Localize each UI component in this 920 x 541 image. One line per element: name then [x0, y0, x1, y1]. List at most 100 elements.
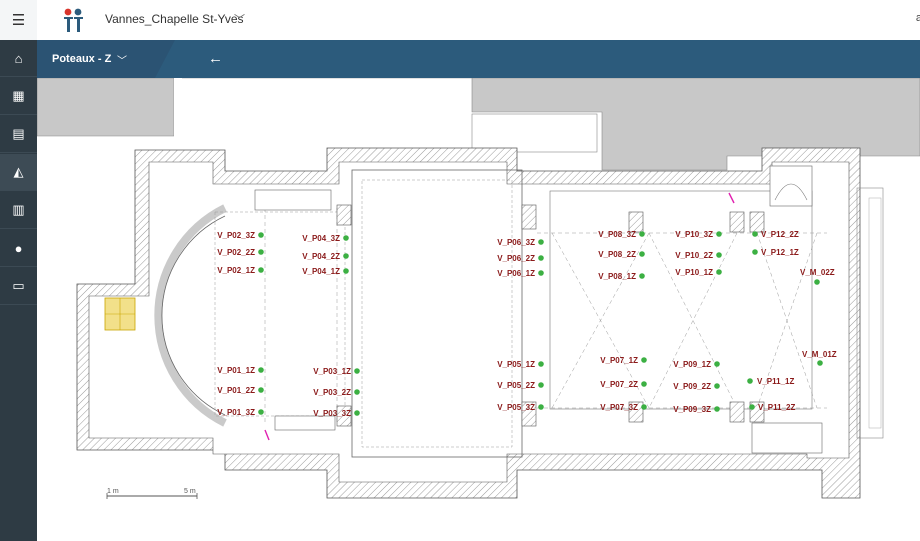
sensor-label[interactable]: V_P08_3Z — [598, 230, 636, 239]
sensor-dot[interactable] — [258, 387, 264, 393]
nav-documents[interactable]: ▭ — [0, 268, 37, 305]
sensor-dot[interactable] — [538, 382, 544, 388]
sensor-label[interactable]: V_P02_1Z — [217, 266, 255, 275]
sensor-label[interactable]: V_P07_1Z — [600, 356, 638, 365]
sensor-label[interactable]: V_P04_1Z — [302, 267, 340, 276]
sensor-dot[interactable] — [639, 273, 645, 279]
sensor-dot[interactable] — [641, 381, 647, 387]
sensor-dot[interactable] — [752, 249, 758, 255]
map-icon: ▤ — [12, 126, 25, 141]
sensor-label[interactable]: V_P11_1Z — [757, 377, 794, 386]
sensor-label[interactable]: V_P06_3Z — [497, 238, 535, 247]
user-menu[interactable]: a — [916, 12, 920, 24]
sensor-dot[interactable] — [258, 232, 264, 238]
nav-user[interactable]: ● — [0, 230, 37, 267]
tab-notch — [155, 40, 175, 78]
sensor-label[interactable]: V_P07_2Z — [600, 380, 638, 389]
neighbour-building — [37, 78, 175, 137]
sensor-dot[interactable] — [538, 255, 544, 261]
sensor-label[interactable]: V_P06_1Z — [497, 269, 535, 278]
sensor-dot[interactable] — [538, 270, 544, 276]
sensor-dot[interactable] — [714, 361, 720, 367]
sensor-dot[interactable] — [714, 383, 720, 389]
nav-buildings[interactable]: ▥ — [0, 192, 37, 229]
sensor-dot[interactable] — [343, 253, 349, 259]
sensor-label[interactable]: V_P09_2Z — [673, 382, 711, 391]
scale-bar: 1 m 5 m — [106, 488, 198, 499]
sensor-label[interactable]: V_P03_3Z — [313, 409, 351, 418]
sensor-dot[interactable] — [639, 231, 645, 237]
sensor-label[interactable]: V_P08_2Z — [598, 250, 636, 259]
sensor-label[interactable]: V_M_01Z — [802, 350, 837, 359]
sensor-label[interactable]: V_P01_1Z — [217, 366, 255, 375]
view-bar: Poteaux - Z ﹀ ← — [37, 40, 920, 78]
sensor-dot[interactable] — [641, 357, 647, 363]
company-logo[interactable] — [61, 6, 89, 34]
sensor-label[interactable]: V_P08_1Z — [598, 272, 636, 281]
sensor-label[interactable]: V_P01_3Z — [217, 408, 255, 417]
staircase — [769, 165, 813, 207]
back-arrow-icon[interactable]: ← — [208, 50, 223, 67]
floor-plan[interactable]: 1 m 5 m V_P02_3Z V_P02_2Z V_P02_1Z V_P01… — [37, 78, 920, 541]
sensor-dot[interactable] — [716, 252, 722, 258]
nav-home[interactable]: ⌂ — [0, 40, 37, 77]
menu-toggle-button[interactable]: ☰ — [0, 0, 37, 40]
sensor-label[interactable]: V_P07_3Z — [600, 403, 638, 412]
sensor-dot[interactable] — [716, 269, 722, 275]
sensor-dot[interactable] — [641, 404, 647, 410]
hamburger-icon: ☰ — [11, 12, 26, 29]
sensor-dot[interactable] — [716, 231, 722, 237]
sensor-dot[interactable] — [354, 410, 360, 416]
sensor-label[interactable]: V_P02_2Z — [217, 248, 255, 257]
sensor-dot[interactable] — [817, 360, 823, 366]
project-selector[interactable]: Vannes_Chapelle St-Yves — [105, 12, 244, 26]
sensor-dot[interactable] — [354, 368, 360, 374]
sensor-label[interactable]: V_P10_3Z — [675, 230, 713, 239]
sensor-label[interactable]: V_P03_2Z — [313, 388, 351, 397]
sensor-label[interactable]: V_P03_1Z — [313, 367, 351, 376]
sensor-label[interactable]: V_P10_1Z — [675, 268, 713, 277]
sensor-dot[interactable] — [538, 239, 544, 245]
sensor-dot[interactable] — [258, 267, 264, 273]
nav-dashboard[interactable]: ▦ — [0, 78, 37, 115]
sensor-dot[interactable] — [258, 249, 264, 255]
sensor-label[interactable]: V_P02_3Z — [217, 231, 255, 240]
sidebar: ☰ ⌂ ▦ ▤ ◭ ▥ ● ▭ — [0, 0, 37, 541]
sensor-dot[interactable] — [538, 361, 544, 367]
sensor-label[interactable]: V_P06_2Z — [497, 254, 535, 263]
sensor-dot[interactable] — [749, 404, 755, 410]
sensor-label[interactable]: V_P05_3Z — [497, 403, 535, 412]
sensor-label[interactable]: V_M_02Z — [800, 268, 835, 277]
sensor-dot[interactable] — [258, 367, 264, 373]
sensor-dot[interactable] — [752, 231, 758, 237]
sensor-label[interactable]: V_P12_2Z — [761, 230, 799, 239]
sensor-dot[interactable] — [639, 251, 645, 257]
view-label: Poteaux - Z — [52, 53, 112, 65]
sensor-dot[interactable] — [814, 279, 820, 285]
dashboard-icon: ▦ — [12, 88, 25, 103]
sensor-dot[interactable] — [343, 235, 349, 241]
scale-label: 1 m — [107, 488, 119, 495]
sensor-label[interactable]: V_P10_2Z — [675, 251, 713, 260]
sensor-label[interactable]: V_P01_2Z — [217, 386, 255, 395]
chevron-down-icon[interactable]: ﹀ — [234, 11, 245, 27]
sensor-label[interactable]: V_P12_1Z — [761, 248, 799, 257]
sensor-dot[interactable] — [714, 406, 720, 412]
scale-label: 5 m — [184, 488, 196, 495]
sensor-dot[interactable] — [747, 378, 753, 384]
nav-charts[interactable]: ◭ — [0, 154, 37, 191]
view-selector[interactable]: Poteaux - Z ﹀ — [37, 40, 155, 78]
sensor-dot[interactable] — [354, 389, 360, 395]
sensor-label[interactable]: V_P05_2Z — [497, 381, 535, 390]
sensor-label[interactable]: V_P04_3Z — [302, 234, 340, 243]
sensor-label[interactable]: V_P09_1Z — [673, 360, 711, 369]
sensor-dot[interactable] — [258, 409, 264, 415]
sensor-label[interactable]: V_P09_3Z — [673, 405, 711, 414]
sensor-dot[interactable] — [343, 268, 349, 274]
sensor-label[interactable]: V_P11_2Z — [758, 403, 795, 412]
user-icon: ● — [14, 240, 23, 256]
sensor-dot[interactable] — [538, 404, 544, 410]
sensor-label[interactable]: V_P05_1Z — [497, 360, 535, 369]
nav-map[interactable]: ▤ — [0, 116, 37, 153]
sensor-label[interactable]: V_P04_2Z — [302, 252, 340, 261]
